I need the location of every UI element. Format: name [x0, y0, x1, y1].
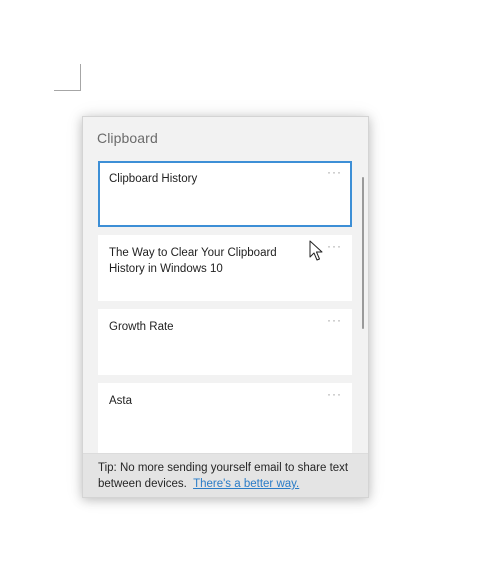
clipboard-item[interactable]: Asta ··· — [98, 383, 352, 453]
clipboard-item[interactable]: Growth Rate ··· — [98, 309, 352, 375]
clipboard-item[interactable]: Clipboard History ··· — [98, 161, 352, 227]
mouse-pointer-icon — [309, 240, 323, 261]
clipboard-flyout: Clipboard Clipboard History ··· The Way … — [82, 116, 369, 498]
document-corner-mark-horizontal — [54, 90, 81, 91]
desktop-stage: Clipboard Clipboard History ··· The Way … — [0, 0, 496, 563]
list-scrollbar[interactable] — [362, 177, 364, 329]
better-way-link[interactable]: There's a better way. — [193, 478, 299, 490]
clipboard-item-text: The Way to Clear Your Clipboard History … — [109, 247, 277, 275]
more-options-icon[interactable]: ··· — [327, 165, 342, 179]
clipboard-history-list[interactable]: Clipboard History ··· The Way to Clear Y… — [83, 161, 368, 453]
more-options-icon[interactable]: ··· — [327, 313, 342, 327]
clipboard-item-text: Clipboard History — [109, 173, 198, 185]
clipboard-item-text: Asta — [109, 395, 133, 407]
clipboard-item-text: Growth Rate — [109, 321, 174, 333]
more-options-icon[interactable]: ··· — [327, 239, 342, 253]
clipboard-title: Clipboard — [97, 130, 158, 146]
more-options-icon[interactable]: ··· — [327, 387, 342, 401]
tip-footer: Tip: No more sending yourself email to s… — [83, 453, 368, 497]
document-corner-mark-vertical — [80, 64, 81, 91]
